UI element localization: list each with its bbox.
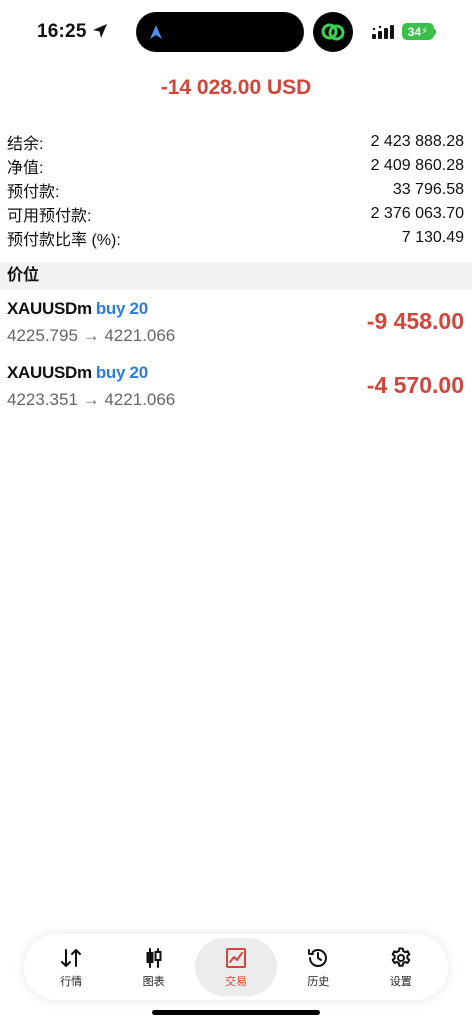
position-symbol-line: XAUUSDm buy 20 — [7, 363, 148, 383]
home-indicator — [152, 1010, 320, 1015]
trade-chart-icon — [225, 947, 246, 968]
signal-icon — [372, 25, 394, 39]
position-symbol: XAUUSDm — [7, 363, 92, 382]
summary-value: 7 130.49 — [401, 229, 464, 246]
account-summary: 结余: 2 423 888.28 净值: 2 409 860.28 预付款: 3… — [0, 130, 472, 250]
summary-row-margin-level: 预付款比率 (%): 7 130.49 — [0, 226, 472, 250]
summary-row-balance: 结余: 2 423 888.28 — [0, 130, 472, 154]
positions-header: 价位 — [0, 262, 472, 290]
tab-label: 历史 — [307, 975, 330, 988]
position-direction: buy 20 — [95, 299, 148, 318]
tab-quotes[interactable]: 行情 — [30, 938, 112, 996]
tab-label: 图表 — [142, 975, 165, 988]
summary-value: 2 376 063.70 — [370, 205, 464, 222]
link-app-icon[interactable] — [313, 12, 353, 52]
summary-label: 预付款比率 (%): — [7, 232, 121, 249]
battery-cap — [434, 29, 436, 35]
summary-value: 2 409 860.28 — [370, 157, 464, 174]
summary-label: 净值: — [7, 160, 44, 177]
summary-label: 结余: — [7, 136, 44, 153]
tab-history[interactable]: 历史 — [277, 938, 359, 996]
summary-row-equity: 净值: 2 409 860.28 — [0, 154, 472, 178]
position-symbol-line: XAUUSDm buy 20 — [7, 299, 148, 319]
battery-icon: 34 ⚡ — [402, 23, 434, 40]
history-icon — [308, 948, 328, 967]
positions-list: XAUUSDm buy 20 4225.795 → 4221.066 -9 458… — [0, 292, 472, 420]
summary-label: 预付款: — [7, 184, 60, 201]
tab-label: 行情 — [60, 975, 83, 988]
navigation-arrow-icon — [150, 25, 162, 39]
position-profit: -9 458.00 — [366, 308, 464, 334]
tab-label: 设置 — [389, 975, 412, 988]
tab-settings[interactable]: 设置 — [360, 938, 442, 996]
summary-row-free-margin: 可用预付款: 2 376 063.70 — [0, 202, 472, 226]
total-profit: -14 028.00 USD — [160, 76, 312, 99]
summary-value: 2 423 888.28 — [370, 133, 464, 150]
battery-level: 34 — [407, 24, 422, 39]
position-row[interactable]: XAUUSDm buy 20 4225.795 → 4221.066 -9 458… — [0, 292, 472, 356]
tab-trade[interactable]: 交易 — [194, 938, 277, 996]
status-bar: 16:25 34 ⚡ — [0, 0, 472, 64]
status-time: 16:25 — [37, 21, 87, 42]
location-arrow-icon — [93, 24, 107, 38]
sort-arrows-icon — [61, 948, 82, 967]
bottom-tab-bar: 行情 图表 交易 历史 设置 — [24, 934, 448, 1000]
summary-value: 33 796.58 — [392, 181, 464, 198]
summary-label: 可用预付款: — [7, 208, 92, 225]
position-prices: 4225.795 → 4221.066 — [7, 326, 176, 345]
position-direction: buy 20 — [95, 363, 148, 382]
tab-label: 交易 — [224, 975, 247, 988]
position-symbol: XAUUSDm — [7, 299, 92, 318]
tab-charts[interactable]: 图表 — [113, 938, 195, 996]
candlestick-icon — [146, 947, 162, 968]
position-profit: -4 570.00 — [366, 372, 464, 398]
position-row[interactable]: XAUUSDm buy 20 4223.351 → 4221.066 -4 570… — [0, 356, 472, 420]
position-prices: 4223.351 → 4221.066 — [7, 390, 176, 409]
summary-row-margin: 预付款: 33 796.58 — [0, 178, 472, 202]
gear-icon — [391, 947, 411, 967]
